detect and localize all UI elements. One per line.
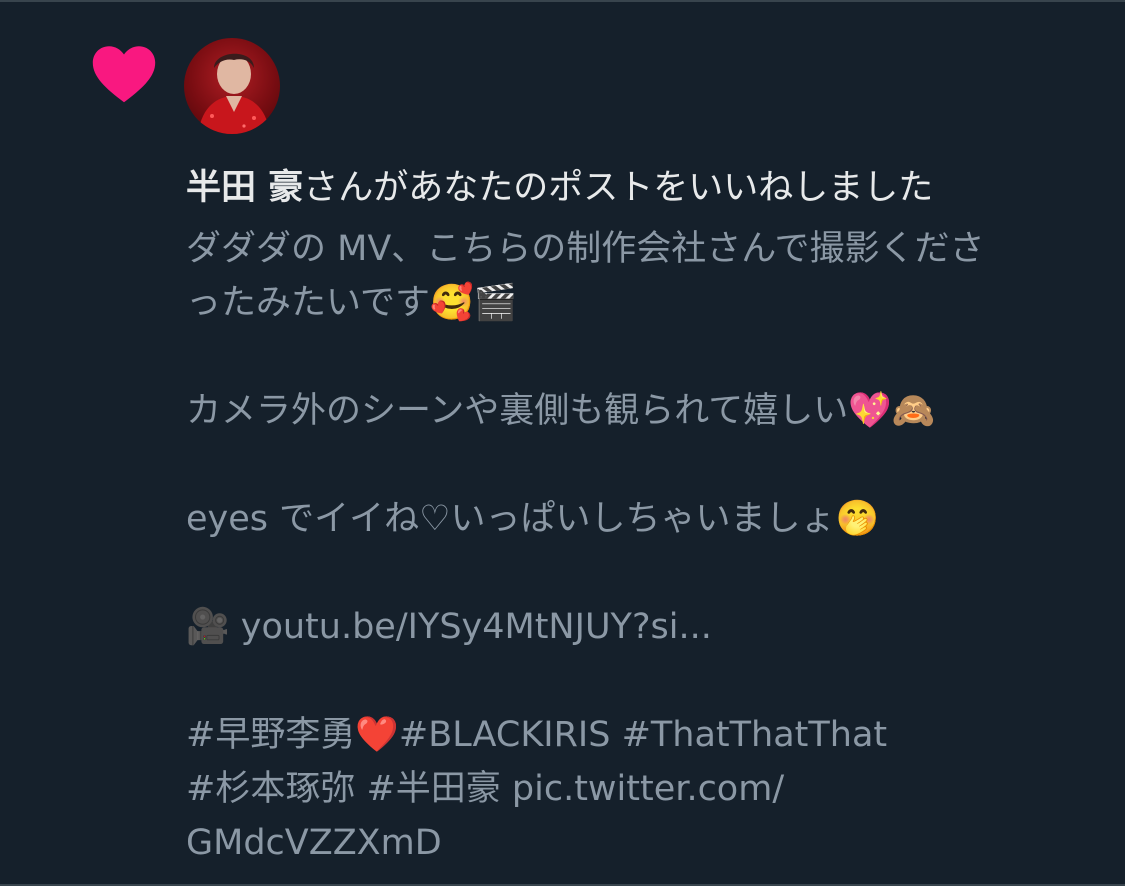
top-divider (0, 0, 1125, 2)
avatar-portrait-icon (198, 53, 270, 134)
post-hashtags: #早野李勇❤️#BLACKIRIS #ThatThatThat #杉本琢弥 #半… (186, 708, 1086, 870)
red-heart-emoji: ❤️ (355, 715, 399, 755)
hashtag-link[interactable]: #杉本琢弥 #半田豪 pic.twitter.com/ (186, 769, 784, 809)
post-text: ダダダの MV、こちらの制作会社さんで撮影くださ (186, 229, 985, 269)
sparkling-heart-monkey-emoji: 💖🙈 (848, 391, 936, 431)
heart-icon (92, 46, 156, 103)
post-text-line: eyes でイイね♡いっぱいしちゃいましょ🤭 (186, 492, 1086, 546)
hashtag-link[interactable]: #早野李勇 (186, 715, 355, 755)
post-link-line: 🎥 youtu.be/IYSy4MtNJUY?si... (186, 600, 1086, 654)
post-text-line: ダダダの MV、こちらの制作会社さんで撮影くださ ったみたいです🥰🎬 (186, 222, 1086, 330)
post-text: カメラ外のシーンや裏側も観られて嬉しい (186, 391, 849, 431)
notification-action-text: さんがあなたのポストをいいねしました (303, 168, 934, 208)
smiling-face-hearts-clapper-emoji: 🥰🎬 (429, 283, 518, 323)
hand-over-mouth-emoji: 🤭 (835, 499, 880, 539)
user-name[interactable]: 半田 豪 (186, 168, 303, 208)
youtube-link[interactable]: youtu.be/IYSy4MtNJUY?si... (241, 607, 712, 647)
notification-title: 半田 豪さんがあなたのポストをいいねしました (186, 164, 1086, 212)
post-body[interactable]: ダダダの MV、こちらの制作会社さんで撮影くださ ったみたいです🥰🎬 カメラ外の… (186, 222, 1086, 870)
hashtag-link[interactable]: #BLACKIRIS #ThatThatThat (399, 715, 887, 755)
post-text: ったみたいです (186, 283, 430, 323)
movie-camera-emoji: 🎥 (186, 607, 230, 647)
avatar[interactable] (184, 38, 280, 134)
post-text-line: カメラ外のシーンや裏側も観られて嬉しい💖🙈 (186, 384, 1086, 438)
post-text: eyes でイイね♡いっぱいしちゃいましょ (186, 499, 836, 539)
pic-link[interactable]: GMdcVZZXmD (186, 823, 442, 863)
